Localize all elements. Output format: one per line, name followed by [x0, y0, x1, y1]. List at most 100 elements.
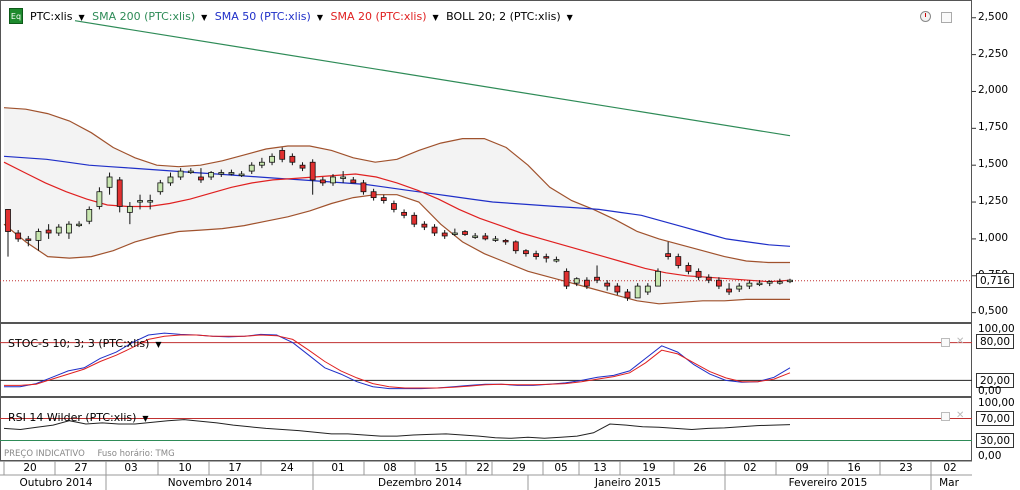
date-axis-day: 24 — [280, 462, 294, 474]
candle-body — [177, 170, 184, 178]
candle-body — [391, 203, 397, 210]
candle-body — [137, 200, 143, 203]
instrument-badge-icon[interactable]: Eq — [9, 8, 23, 24]
candle-body — [644, 285, 651, 293]
chart-legend: PTC:xlis ▼ SMA 200 (PTC:xlis) ▼ SMA 50 (PT… — [30, 10, 577, 23]
candle-body — [96, 191, 103, 207]
candle-body — [45, 229, 52, 234]
date-axis-day: 26 — [693, 462, 707, 474]
candle-body — [685, 265, 692, 272]
date-axis-day: 16 — [847, 462, 861, 474]
chevron-down-icon[interactable]: ▼ — [317, 13, 323, 22]
candle-body — [451, 232, 458, 235]
rsi-level-tag: 70,00 — [976, 411, 1014, 426]
candle-body — [441, 232, 448, 237]
candle-body — [330, 176, 336, 184]
date-axis-day: 20 — [23, 462, 37, 474]
price-axis-label: 1,750 — [978, 121, 1009, 133]
candle-body — [614, 285, 621, 293]
candle-body — [66, 223, 72, 234]
candle-body — [360, 182, 367, 193]
rsi-legend[interactable]: RSI 14 Wilder (PTC:xlis) ▼ — [8, 411, 153, 424]
chevron-down-icon[interactable]: ▼ — [78, 13, 84, 22]
legend-boll[interactable]: BOLL 20; 2 (PTC:xlis) — [446, 10, 561, 23]
candle-body — [573, 278, 580, 284]
maximize-icon[interactable] — [941, 412, 950, 421]
price-axis-label: 1,500 — [978, 158, 1009, 170]
candle-body — [15, 232, 22, 240]
date-axis-day: 02 — [943, 462, 957, 474]
candle-body — [736, 285, 743, 290]
legend-sma20[interactable]: SMA 20 (PTC:xlis) — [330, 10, 426, 23]
candle-body — [726, 288, 732, 293]
maximize-icon[interactable] — [941, 338, 950, 347]
candle-body — [594, 276, 600, 281]
date-axis-month: Dezembro 2014 — [378, 477, 462, 489]
date-axis-month: Mar — [939, 477, 959, 489]
price-axis-label: 2,500 — [978, 11, 1009, 23]
legend-sma200[interactable]: SMA 200 (PTC:xlis) — [92, 10, 195, 23]
candle-body — [533, 253, 540, 258]
price-axis-label: 0,500 — [978, 305, 1009, 317]
candle-body — [106, 176, 113, 188]
candle-body — [299, 164, 306, 169]
candle-body — [695, 270, 702, 278]
last-price-tag: 0,716 — [976, 273, 1014, 288]
candle-body — [218, 172, 225, 175]
candle-body — [523, 250, 529, 255]
candle-body — [340, 176, 347, 179]
legend-symbol[interactable]: PTC:xlis — [30, 10, 72, 23]
candle-body — [756, 282, 763, 286]
close-icon[interactable]: ✕ — [956, 410, 967, 421]
candle-body — [116, 179, 123, 207]
candle-body — [776, 281, 783, 284]
candle-body — [309, 161, 316, 181]
candle-body — [431, 226, 438, 234]
clock-icon[interactable] — [920, 11, 931, 22]
candle-body — [421, 223, 428, 228]
rsi-axis-label: 0,00 — [978, 450, 1002, 462]
date-axis-day: 27 — [74, 462, 88, 474]
candle-body — [472, 235, 479, 238]
candle-body — [380, 197, 387, 201]
date-axis-day: 19 — [642, 462, 656, 474]
legend-sma50[interactable]: SMA 50 (PTC:xlis) — [215, 10, 311, 23]
date-axis-day: 17 — [228, 462, 242, 474]
close-icon[interactable]: ✕ — [956, 336, 967, 347]
date-axis-day: 10 — [178, 462, 192, 474]
date-axis-day: 22 — [476, 462, 490, 474]
candle-body — [248, 164, 255, 172]
stoch-label[interactable]: STOC-S 10; 3; 3 (PTC:xlis) — [8, 337, 149, 350]
candle-body — [269, 155, 275, 163]
rsi-label[interactable]: RSI 14 Wilder (PTC:xlis) — [8, 411, 136, 424]
maximize-icon[interactable] — [941, 12, 952, 23]
chart-canvas[interactable] — [0, 0, 1020, 490]
candle-body — [675, 256, 682, 266]
price-axis-label: 2,250 — [978, 48, 1009, 60]
candle-body — [604, 282, 611, 287]
stoch-level-tag: 80,00 — [976, 334, 1014, 349]
candle-body — [543, 256, 550, 259]
stoch-legend[interactable]: STOC-S 10; 3; 3 (PTC:xlis) ▼ — [8, 337, 166, 350]
candle-body — [228, 172, 235, 175]
chevron-down-icon[interactable]: ▼ — [567, 13, 573, 22]
chevron-down-icon[interactable]: ▼ — [433, 13, 439, 22]
candle-body — [716, 279, 722, 287]
chevron-down-icon[interactable]: ▼ — [142, 414, 148, 423]
candle-body — [370, 191, 377, 199]
date-axis-day: 29 — [512, 462, 526, 474]
candle-body — [289, 155, 296, 163]
date-axis-day: 02 — [743, 462, 757, 474]
candle-body — [787, 279, 793, 283]
candle-body — [147, 200, 154, 203]
candle-body — [502, 239, 509, 243]
candle-body — [35, 231, 42, 241]
date-axis-month: Novembro 2014 — [167, 477, 253, 489]
date-axis-month: Janeiro 2015 — [594, 477, 662, 489]
chevron-down-icon[interactable]: ▼ — [201, 13, 207, 22]
candle-body — [198, 176, 204, 181]
date-axis-day: 01 — [331, 462, 345, 474]
chevron-down-icon[interactable]: ▼ — [155, 340, 161, 349]
stoch-axis-label: 0,00 — [978, 385, 1002, 397]
candle-body — [766, 281, 773, 284]
